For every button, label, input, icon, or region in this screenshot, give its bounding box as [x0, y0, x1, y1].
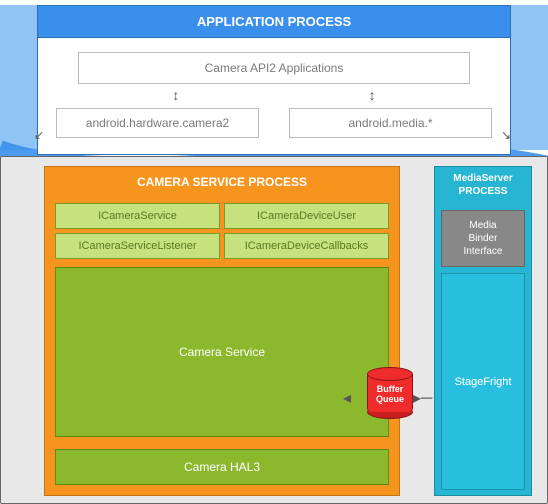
icameradeviceuser-box: ICameraDeviceUser	[224, 203, 389, 229]
android-hardware-camera2-box: android.hardware.camera2	[56, 108, 259, 138]
mediaserver-process-title: MediaServer PROCESS	[435, 167, 531, 204]
double-arrow-icon: ↕	[172, 88, 179, 104]
camera-api2-applications-box: Camera API2 Applications	[78, 52, 470, 84]
camera-service-process-title: CAMERA SERVICE PROCESS	[45, 167, 399, 197]
camera-service-process-panel: CAMERA SERVICE PROCESS ICameraService IC…	[44, 166, 400, 496]
aidl-grid: ICameraService ICameraDeviceUser ICamera…	[55, 203, 389, 259]
camera-service-box: Camera Service	[55, 267, 389, 437]
double-arrow-icon: ↕	[369, 88, 376, 104]
arrow-down-right-icon: ↘	[501, 128, 511, 142]
icameraservice-box: ICameraService	[55, 203, 220, 229]
camera-hal3-box: Camera HAL3	[55, 449, 389, 485]
android-media-box: android.media.*	[289, 108, 492, 138]
arrow-down-left-icon: ↙	[34, 128, 44, 142]
arrow-left-icon: ◂	[343, 388, 351, 408]
icameradevicecallbacks-box: ICameraDeviceCallbacks	[224, 233, 389, 259]
buffer-queue-cylinder: Buffer Queue	[360, 367, 420, 419]
stagefright-box: StageFright	[441, 273, 525, 490]
mediaserver-process-panel: MediaServer PROCESS Media Binder Interfa…	[434, 166, 532, 496]
application-process-title: APPLICATION PROCESS	[38, 6, 510, 37]
icameraservicelistener-box: ICameraServiceListener	[55, 233, 220, 259]
application-process-panel: APPLICATION PROCESS Camera API2 Applicat…	[37, 5, 511, 155]
media-binder-interface-box: Media Binder Interface	[441, 210, 525, 267]
